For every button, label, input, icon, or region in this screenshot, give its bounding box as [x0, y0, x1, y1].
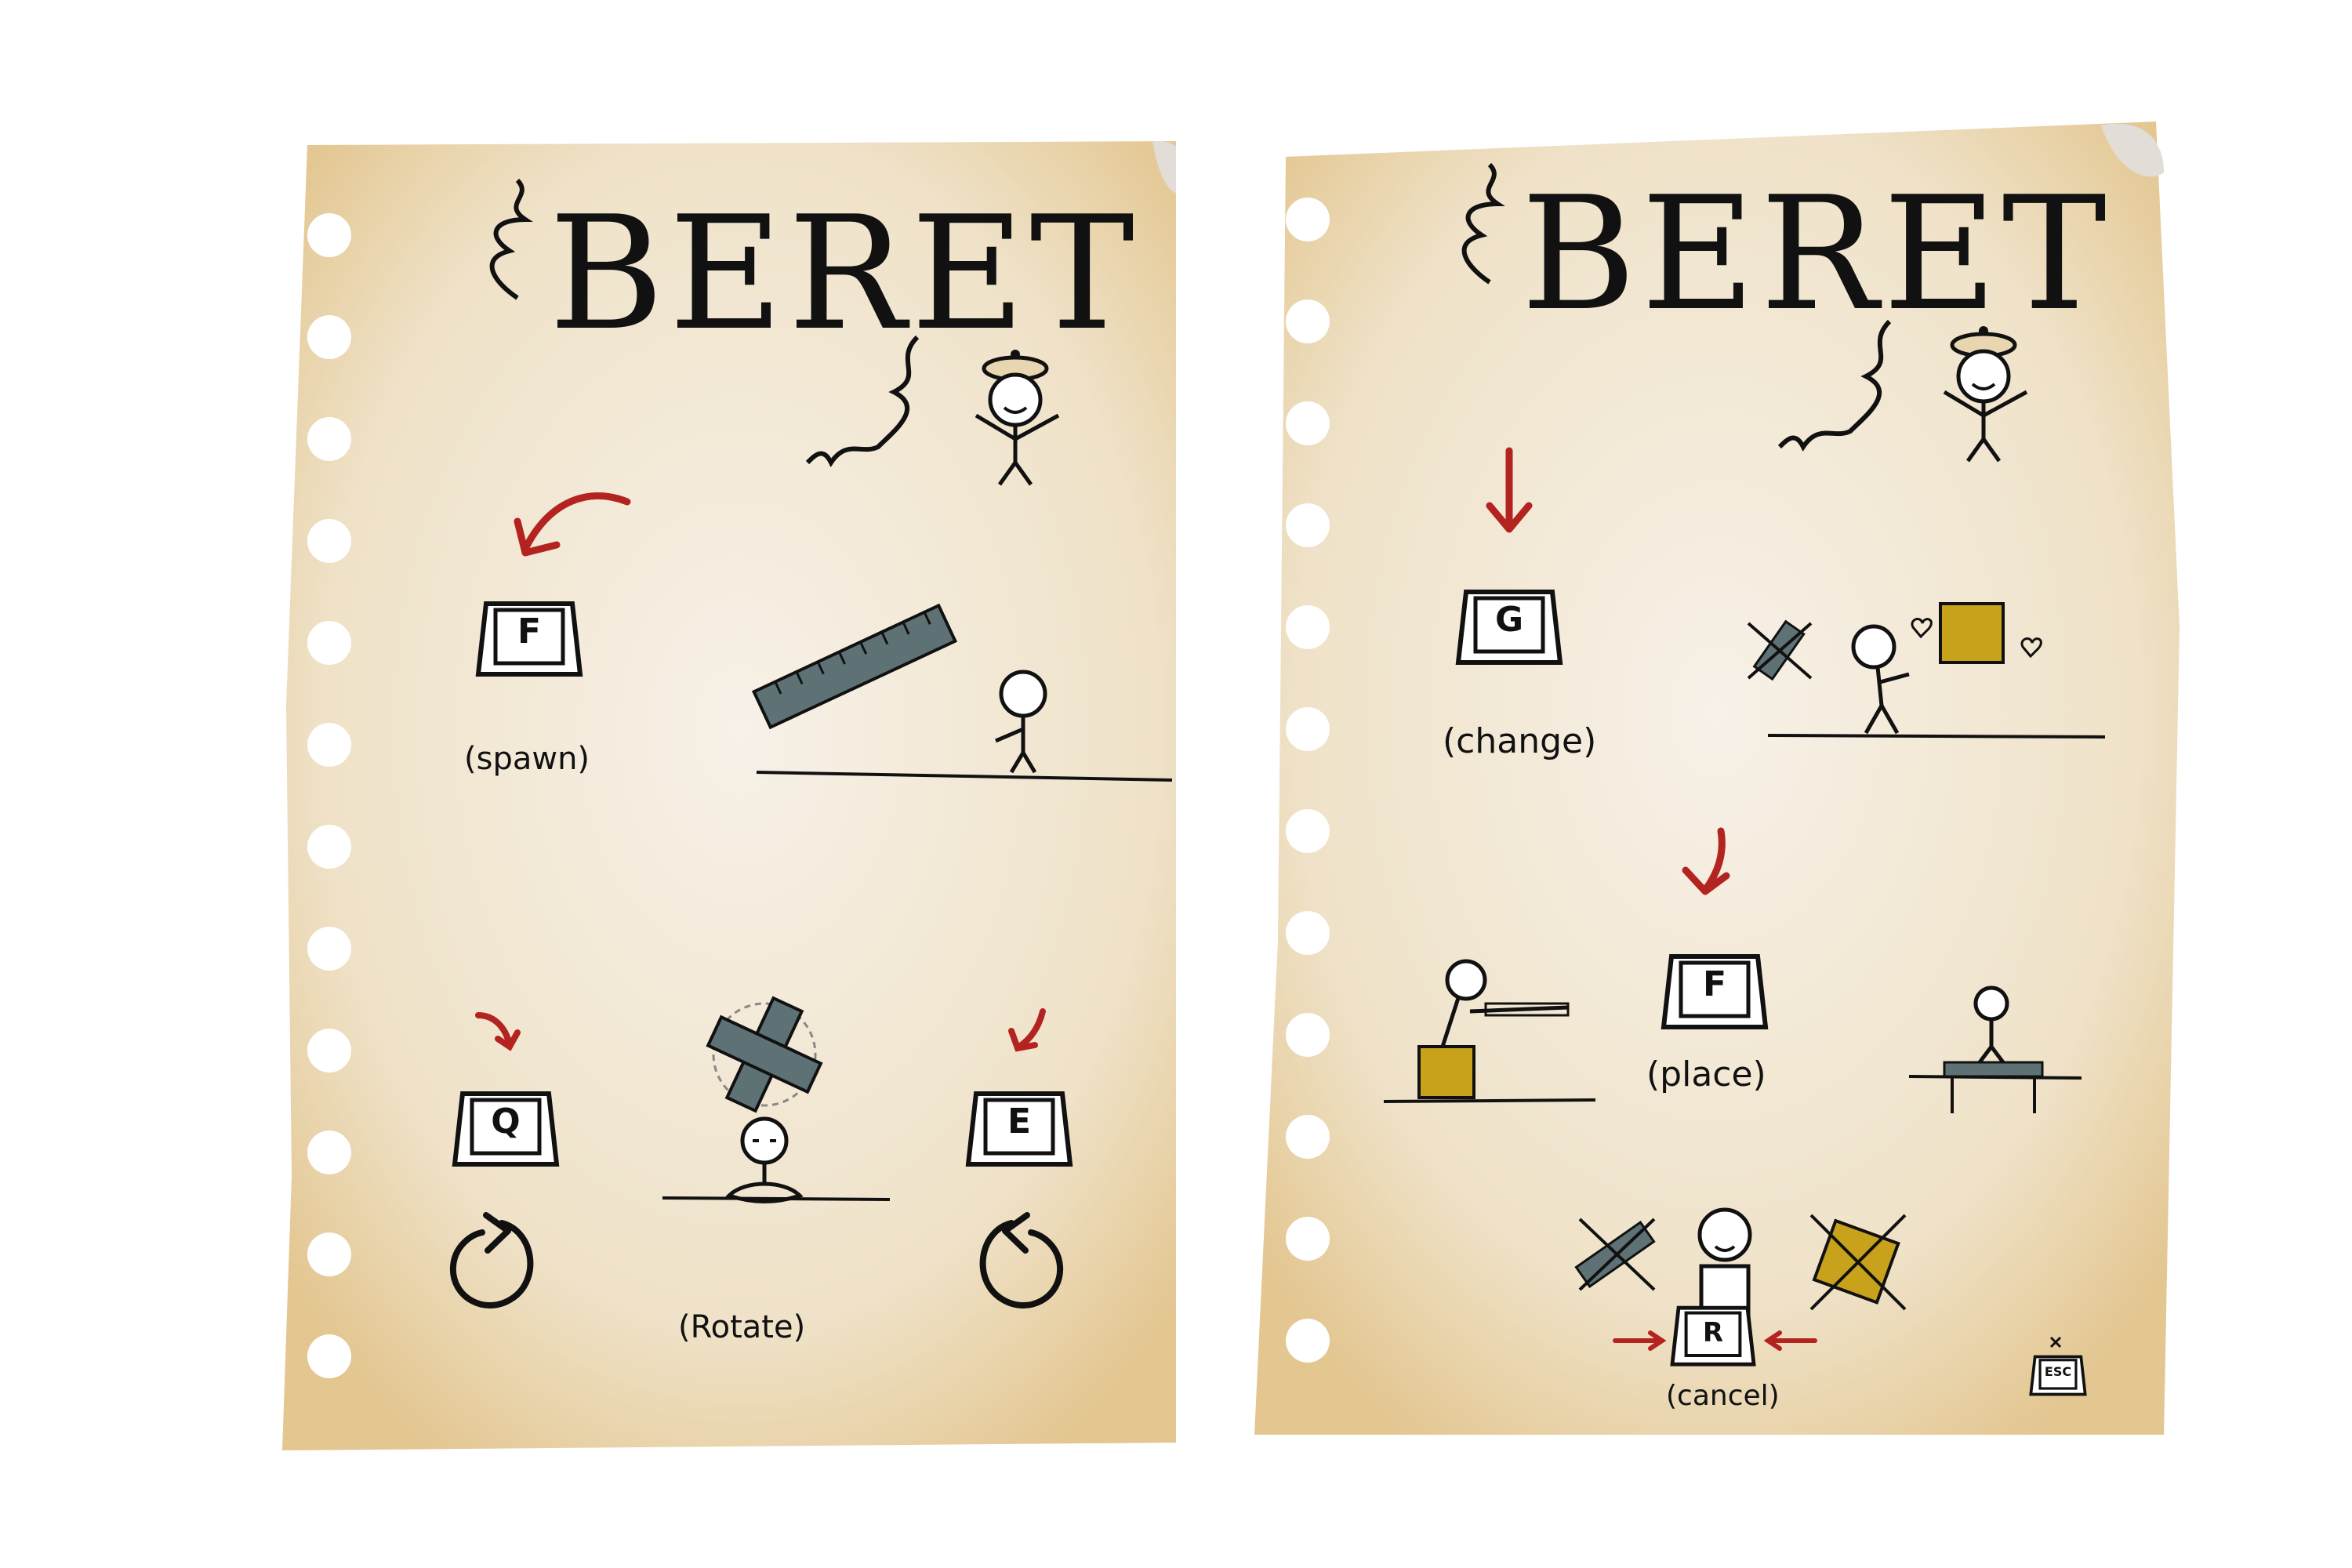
crossed-ruler-icon — [1747, 619, 1813, 681]
f-key-icon[interactable]: F — [1656, 949, 1773, 1036]
red-arrow-icon — [1682, 827, 1730, 895]
cancel-label: (cancel) — [1666, 1380, 1780, 1412]
esc-key-icon[interactable]: ESC — [2027, 1352, 2089, 1399]
spawn-label: (spawn) — [464, 741, 590, 777]
rotate-clockwise-icon — [449, 1212, 534, 1308]
burst-icon — [1777, 319, 1892, 452]
rotate-counterclockwise-icon — [979, 1212, 1064, 1308]
character-icon — [995, 670, 1047, 774]
character-icon — [1851, 624, 1910, 735]
crate-icon — [1911, 602, 2042, 664]
red-arrow-icon — [1486, 447, 1533, 533]
place-label: (place) — [1646, 1054, 1766, 1094]
f-key-icon: F — [470, 596, 588, 684]
instruction-page-right: BERET G (change) F (place) R (cancel) ES… — [1176, 0, 2352, 1568]
r-key-icon[interactable]: R — [1666, 1301, 1760, 1372]
spinning-ruler-icon — [706, 996, 823, 1113]
beret-character-icon — [975, 350, 1060, 486]
ground-line — [756, 771, 1173, 782]
g-key-icon[interactable]: G — [1450, 584, 1568, 672]
game-title: BERET — [1521, 163, 2111, 346]
ruler-icon — [751, 603, 958, 730]
crossed-crate-icon — [1809, 1214, 1907, 1311]
q-key-icon[interactable]: Q — [447, 1086, 564, 1174]
red-arrow-icon — [1008, 1008, 1046, 1052]
placing-character-icon — [1417, 959, 1570, 1099]
character-on-ruler-icon — [1908, 985, 2082, 1113]
ground-line — [1767, 734, 2106, 739]
ground-line — [662, 1196, 891, 1201]
change-label: (change) — [1443, 721, 1597, 761]
red-arrow-icon — [475, 1012, 521, 1051]
e-key-icon[interactable]: E — [960, 1086, 1078, 1174]
ground-line — [1383, 1098, 1596, 1103]
red-arrow-icon — [514, 492, 631, 557]
burst-icon — [805, 335, 920, 467]
beret-character-icon — [1943, 326, 2028, 463]
close-icon — [2049, 1336, 2062, 1348]
instruction-page-left: BERET F (spawn) Q E (Rotate) — [0, 0, 1176, 1568]
rotate-label: (Rotate) — [678, 1309, 806, 1345]
crossed-ruler-icon — [1574, 1218, 1656, 1291]
red-arrow-icon — [1613, 1330, 1667, 1351]
red-arrow-icon — [1763, 1330, 1817, 1351]
